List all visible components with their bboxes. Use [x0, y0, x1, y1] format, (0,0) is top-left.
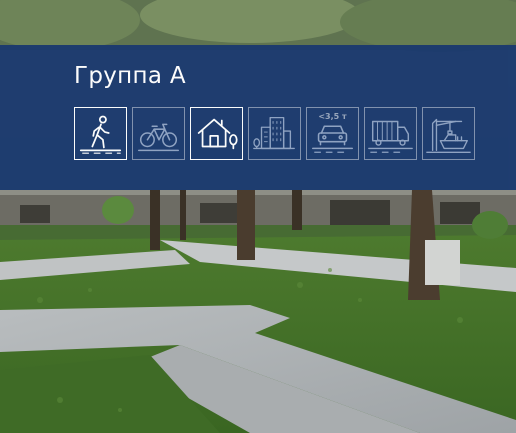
group-panel: Группа А <3,5 т	[0, 45, 516, 190]
group-title: Группа А	[74, 63, 186, 89]
port-crane-icon	[426, 118, 471, 153]
bicycle-icon	[138, 123, 179, 152]
city-buildings-icon-box[interactable]	[248, 107, 301, 160]
truck-icon	[368, 120, 413, 153]
port-crane-icon-box[interactable]	[422, 107, 475, 160]
city-buildings-icon	[253, 116, 295, 150]
car-icon	[312, 125, 353, 153]
pedestrian-icon	[79, 115, 122, 154]
house-icon	[197, 118, 238, 150]
car-icon-box[interactable]: <3,5 т	[306, 107, 359, 160]
pedestrian-icon-box[interactable]	[74, 107, 127, 160]
transport-class-icons: <3,5 т	[74, 107, 475, 160]
truck-icon-box[interactable]	[364, 107, 417, 160]
bicycle-icon-box[interactable]	[132, 107, 185, 160]
house-icon-box[interactable]	[190, 107, 243, 160]
